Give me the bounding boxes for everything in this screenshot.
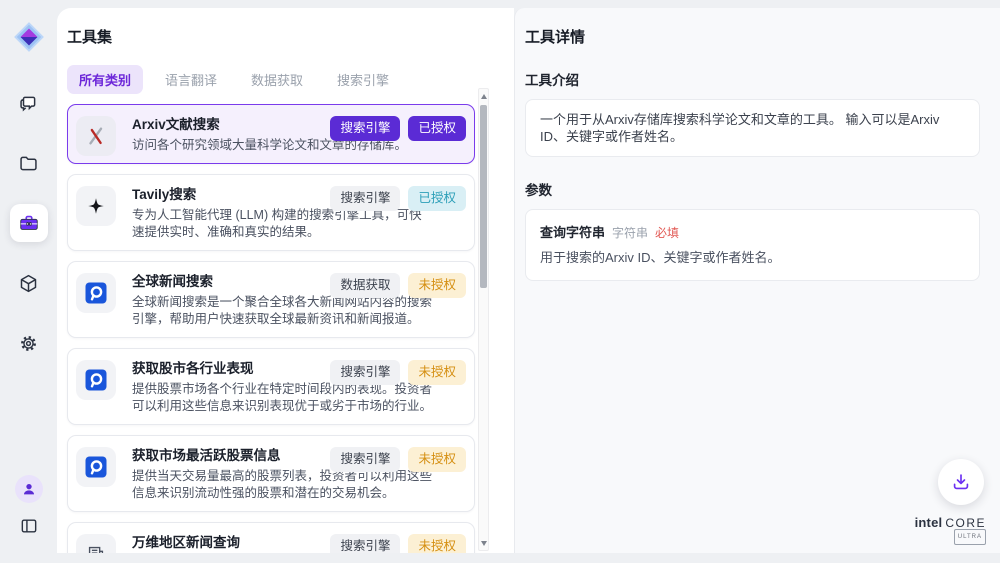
tab-all-categories[interactable]: 所有类别 [67,65,143,94]
tool-description: 专为人工智能代理 (LLM) 构建的搜索引擎工具，可快速提供实时、准确和真实的结… [132,207,432,241]
cube-icon [18,273,39,294]
param-type: 字符串 [612,224,648,241]
download-icon [950,471,972,493]
tool-details-panel: 工具详情 工具介绍 一个用于从Arxiv存储库搜索科学论文和文章的工具。 输入可… [514,8,1000,553]
blue-search-q-icon [76,447,116,487]
auth-status-badge: 未授权 [408,273,466,298]
chat-icon [18,93,39,114]
app-root: 工具集 所有类别 语言翻译 数据获取 搜索引擎 A [0,0,1000,563]
category-badge: 搜索引擎 [330,116,400,141]
tool-description: 提供股票市场各个行业在特定时间段内的表现。投资者可以利用这些信息来识别表现优于或… [132,381,432,415]
tools-list-panel: 工具集 所有类别 语言翻译 数据获取 搜索引擎 A [57,8,514,553]
sidebar-bottom [14,475,44,563]
user-avatar[interactable] [15,475,43,503]
tab-data-fetch[interactable]: 数据获取 [239,65,315,94]
content-area: 工具集 所有类别 语言翻译 数据获取 搜索引擎 A [57,8,1000,553]
tool-card-arxiv[interactable]: Arxiv文献搜索 访问各个研究领域大量科学论文和文章的存储库。 搜索引擎 已授… [67,104,475,164]
panel-toggle-icon [19,516,39,536]
brand-core: core [945,516,986,530]
tools-list: Arxiv文献搜索 访问各个研究领域大量科学论文和文章的存储库。 搜索引擎 已授… [67,104,475,553]
tavily-star-icon [76,186,116,226]
sidebar-item-models[interactable] [10,264,48,302]
tool-description: 提供当天交易量最高的股票列表，投资者可以利用这些信息来识别流动性强的股票和潜在的… [132,468,432,502]
blue-search-q-icon [76,360,116,400]
param-required-badge: 必填 [655,224,679,241]
params-heading: 参数 [525,179,980,199]
blue-search-q-icon [76,273,116,313]
user-avatar-icon [21,481,37,497]
app-logo-icon[interactable] [10,18,48,56]
category-badge: 搜索引擎 [330,186,400,211]
toolbox-icon [18,212,40,234]
tool-card-global-news[interactable]: 全球新闻搜索 全球新闻搜索是一个聚合全球各大新闻网站内容的搜索引擎，帮助用户快速… [67,261,475,338]
list-scrollbar[interactable] [478,88,489,551]
sidebar [0,0,57,563]
category-badge: 搜索引擎 [330,360,400,385]
details-title: 工具详情 [525,26,980,47]
brand-intel: intel [915,515,943,530]
auth-status-badge: 已授权 [408,116,466,141]
sidebar-item-settings[interactable] [10,324,48,362]
scroll-down-icon[interactable] [479,537,488,549]
folder-icon [18,153,39,174]
tool-description: 全球新闻搜索是一个聚合全球各大新闻网站内容的搜索引擎，帮助用户快速获取全球最新资… [132,294,432,328]
diamond-logo-icon [12,20,46,54]
tool-card-tavily[interactable]: Tavily搜索 专为人工智能代理 (LLM) 构建的搜索引擎工具，可快速提供实… [67,174,475,251]
auth-status-badge: 未授权 [408,534,466,553]
page-title: 工具集 [67,26,514,47]
brand-ultra-badge: ultra [954,529,986,545]
tool-card-sector-performance[interactable]: 获取股市各行业表现 提供股票市场各个行业在特定时间段内的表现。投资者可以利用这些… [67,348,475,425]
sidebar-item-files[interactable] [10,144,48,182]
tool-card-regional-news[interactable]: 万维地区新闻查询 查询具体行政区划内的新闻，快速了解各地新闻动 搜索引擎 未授权 [67,522,475,553]
arxiv-logo-icon [76,116,116,156]
category-badge: 搜索引擎 [330,447,400,472]
auth-status-badge: 未授权 [408,360,466,385]
category-badge: 搜索引擎 [330,534,400,553]
panel-toggle-button[interactable] [14,511,44,541]
scroll-up-icon[interactable] [479,90,488,102]
sidebar-item-tools[interactable] [10,204,48,242]
sidebar-item-chat[interactable] [10,84,48,122]
tab-search-engine[interactable]: 搜索引擎 [325,65,401,94]
param-description: 用于搜索的Arxiv ID、关键字或作者姓名。 [540,249,965,266]
intro-heading: 工具介绍 [525,69,980,89]
category-tabs: 所有类别 语言翻译 数据获取 搜索引擎 [67,65,514,94]
tab-language-translation[interactable]: 语言翻译 [153,65,229,94]
scrollbar-thumb[interactable] [480,105,487,288]
download-button[interactable] [938,459,984,505]
parameter-item: 查询字符串 字符串 必填 用于搜索的Arxiv ID、关键字或作者姓名。 [525,209,980,281]
auth-status-badge: 已授权 [408,186,466,211]
tool-intro-text: 一个用于从Arxiv存储库搜索科学论文和文章的工具。 输入可以是Arxiv ID… [525,99,980,157]
intel-core-logo: intelcore ultra [915,517,986,545]
tool-card-most-active-stocks[interactable]: 获取市场最活跃股票信息 提供当天交易量最高的股票列表，投资者可以利用这些信息来识… [67,435,475,512]
newspaper-icon [76,534,116,553]
settings-gear-icon [18,333,39,354]
sidebar-nav [10,84,48,362]
category-badge: 数据获取 [330,273,400,298]
param-name: 查询字符串 [540,222,605,241]
auth-status-badge: 未授权 [408,447,466,472]
